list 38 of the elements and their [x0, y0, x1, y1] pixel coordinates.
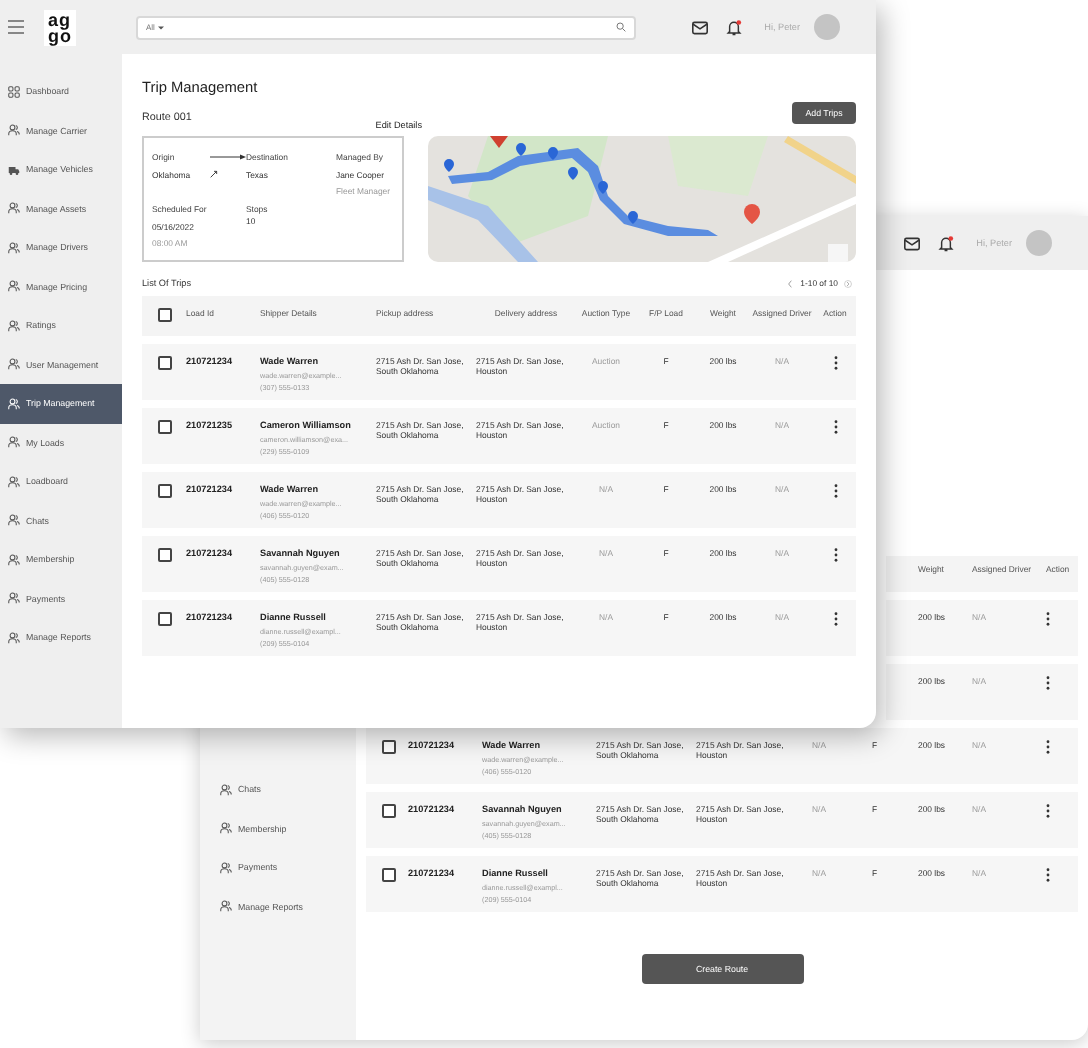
people-icon — [8, 124, 20, 137]
menu-icon[interactable] — [8, 20, 24, 34]
logo: ag go — [44, 9, 76, 45]
bell-icon[interactable] — [726, 19, 743, 35]
checkbox[interactable] — [382, 740, 396, 754]
people-icon — [8, 397, 20, 410]
people-icon — [220, 822, 232, 835]
mail-icon[interactable] — [692, 19, 709, 35]
checkbox[interactable] — [158, 484, 172, 498]
checkbox[interactable] — [158, 612, 172, 626]
checkbox[interactable] — [158, 356, 172, 370]
swap-icon — [210, 170, 218, 178]
people-icon — [8, 358, 20, 371]
people-icon — [8, 514, 20, 527]
people-icon — [8, 280, 20, 293]
people-icon — [220, 861, 232, 874]
people-icon — [8, 592, 20, 605]
people-icon — [8, 436, 20, 449]
people-icon — [8, 553, 20, 566]
checkbox[interactable] — [382, 868, 396, 882]
people-icon — [8, 241, 20, 254]
bell-icon[interactable] — [938, 235, 955, 251]
people-icon — [220, 900, 232, 913]
checkbox[interactable] — [158, 308, 172, 322]
search-icon[interactable] — [616, 22, 626, 32]
people-icon — [8, 475, 20, 488]
arrow-icon — [210, 154, 246, 160]
checkbox[interactable] — [158, 420, 172, 434]
people-icon — [8, 631, 20, 644]
caret-icon[interactable] — [158, 25, 165, 29]
people-icon — [8, 202, 20, 215]
checkbox[interactable] — [158, 548, 172, 562]
mail-icon[interactable] — [904, 235, 921, 251]
grid-icon — [8, 85, 20, 98]
checkbox[interactable] — [382, 804, 396, 818]
people-icon — [8, 319, 20, 332]
truck-icon — [8, 163, 20, 176]
people-icon — [220, 783, 232, 796]
